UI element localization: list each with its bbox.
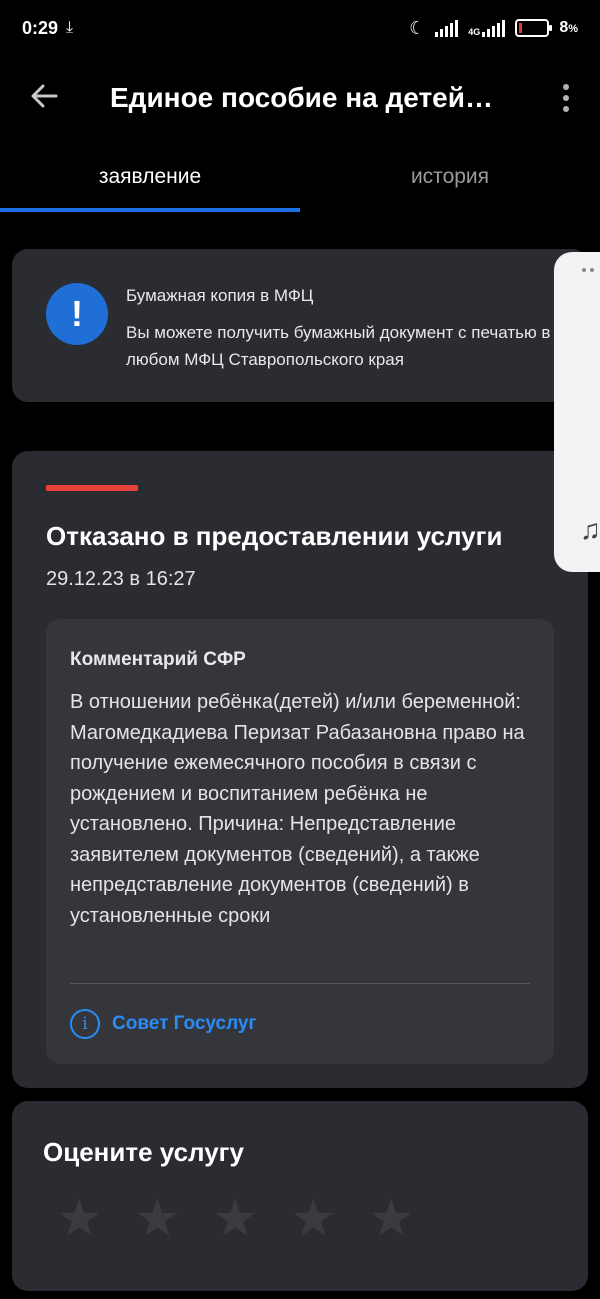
paper-copy-card: ! Бумажная копия в МФЦ Вы можете получит… [12, 249, 588, 402]
star-rating: ★ ★ ★ ★ ★ [56, 1193, 420, 1245]
comment-text: В отношении ребёнка(детей) и/или беремен… [70, 691, 525, 927]
status-date: 29.12.23 в 16:27 [46, 568, 196, 590]
star-icon[interactable]: ★ [368, 1193, 420, 1245]
tab-history[interactable]: история [300, 148, 600, 208]
comment-box: Комментарий СФР В отношении ребёнка(дете… [46, 619, 554, 1064]
app-bar: Единое пособие на детей… [0, 64, 600, 132]
advice-label: Совет Госуслуг [112, 1013, 257, 1034]
page-title: Единое пособие на детей… [110, 82, 493, 113]
gosuslugi-advice-link[interactable]: i Совет Госуслуг [70, 1009, 256, 1039]
more-horizontal-icon [582, 268, 594, 272]
exclamation-icon: ! [46, 283, 108, 345]
back-button[interactable] [26, 78, 62, 114]
application-status-card: Отказано в предоставлении услуги 29.12.2… [12, 451, 588, 1088]
status-icons: ☾ 4G 8% [409, 18, 578, 39]
status-bar: 0:29 ⤓ ☾ 4G 8% [0, 0, 600, 56]
divider [70, 983, 530, 984]
tab-bar: заявление история [0, 148, 600, 214]
music-note-icon: ♫ [580, 514, 600, 545]
star-icon[interactable]: ★ [290, 1193, 342, 1245]
rate-title: Оцените услугу [43, 1137, 244, 1167]
battery-icon [515, 19, 553, 37]
status-time: 0:29 [22, 17, 59, 38]
more-menu-button[interactable] [552, 80, 580, 116]
tab-indicator [0, 208, 300, 212]
status-title: Отказано в предоставлении услуги [46, 521, 503, 551]
battery-level: 8% [559, 19, 578, 36]
signal-4g-icon: 4G [468, 19, 506, 37]
arrow-left-icon [31, 84, 58, 108]
tab-application[interactable]: заявление [0, 148, 300, 208]
download-icon: ⤓ [66, 19, 74, 36]
moon-icon: ☾ [409, 17, 426, 38]
paper-copy-text: Вы можете получить бумажный документ с п… [126, 323, 551, 369]
signal-icon [435, 19, 459, 37]
info-icon: i [70, 1009, 100, 1039]
star-icon[interactable]: ★ [56, 1193, 108, 1245]
paper-copy-title: Бумажная копия в МФЦ [126, 286, 314, 305]
network-type: 4G [468, 27, 481, 37]
status-indicator-bar [46, 485, 138, 491]
rate-service-card: Оцените услугу ★ ★ ★ ★ ★ [12, 1101, 588, 1291]
floating-media-widget[interactable]: ♫ [554, 252, 600, 572]
star-icon[interactable]: ★ [212, 1193, 264, 1245]
star-icon[interactable]: ★ [134, 1193, 186, 1245]
more-vertical-icon [563, 84, 569, 90]
comment-title: Комментарий СФР [70, 649, 246, 670]
